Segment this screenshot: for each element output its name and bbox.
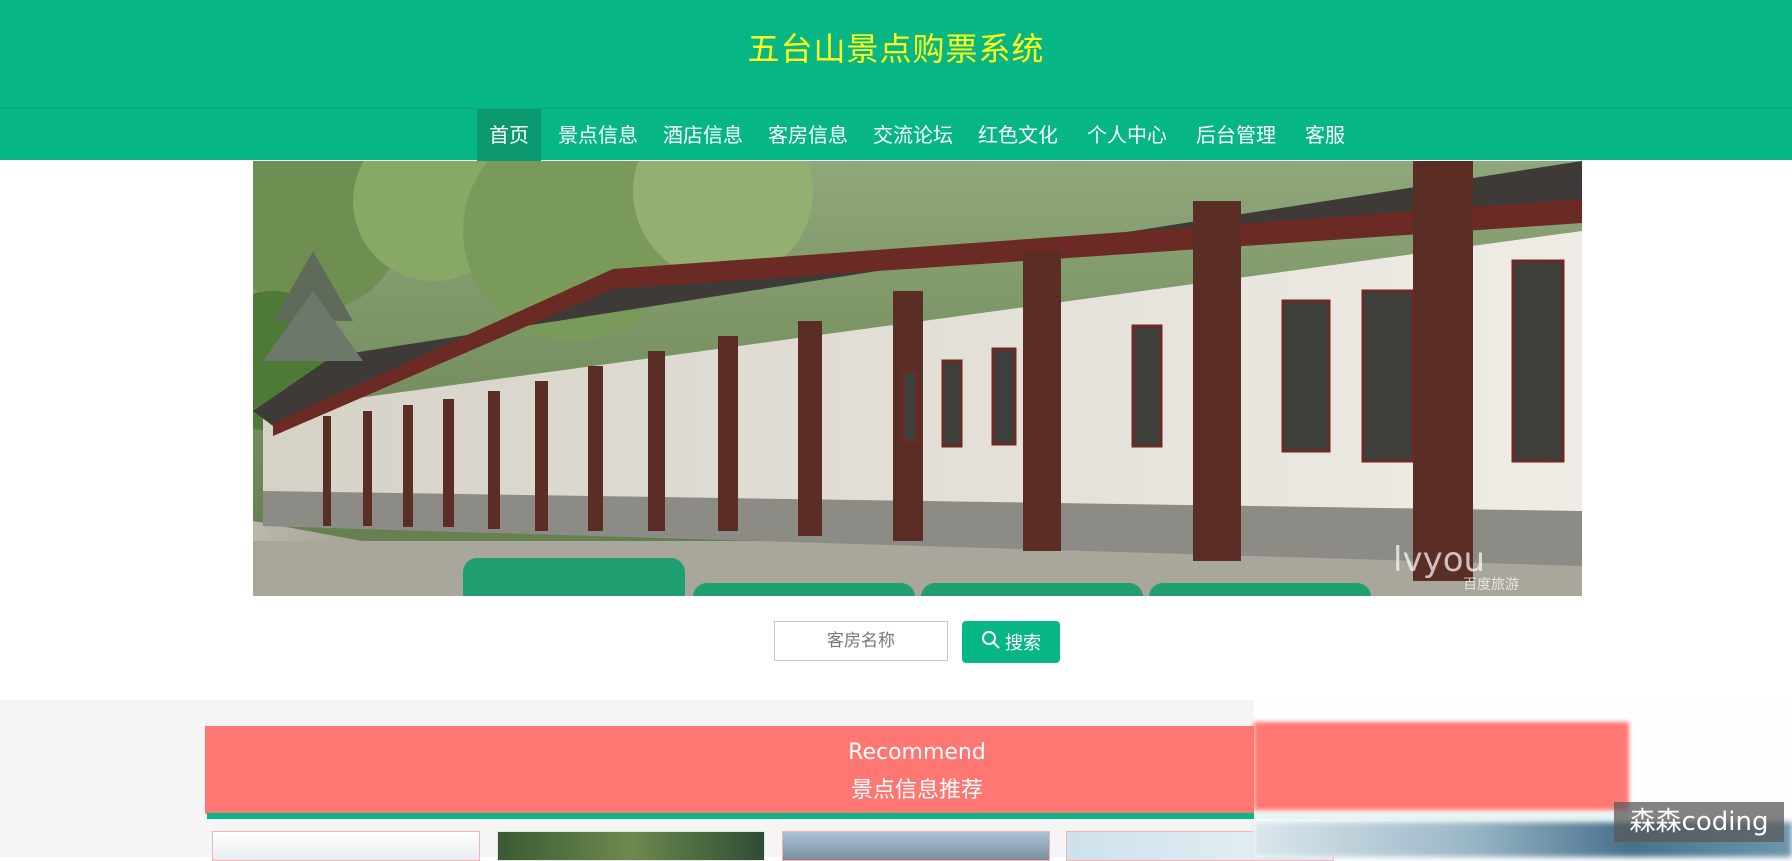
nav-item-rooms[interactable]: 客房信息 xyxy=(768,109,848,161)
card-image-1 xyxy=(213,832,479,860)
search-button[interactable]: 搜索 xyxy=(962,621,1060,663)
carousel-indicator-3[interactable] xyxy=(921,583,1143,596)
search-input[interactable] xyxy=(774,621,948,661)
main-nav: 首页 景点信息 酒店信息 客房信息 交流论坛 红色文化 个人中心 后台管理 客服 xyxy=(0,108,1792,161)
search-icon xyxy=(981,630,1001,655)
nav-item-forum[interactable]: 交流论坛 xyxy=(873,109,953,161)
floating-overlay-red xyxy=(1254,722,1629,810)
nav-item-attractions[interactable]: 景点信息 xyxy=(558,109,638,161)
carousel-indicator-2[interactable] xyxy=(693,583,915,596)
nav-item-customer-service[interactable]: 客服 xyxy=(1305,109,1345,161)
carousel-indicator-1[interactable] xyxy=(463,558,685,596)
video-watermark: 森森coding xyxy=(1614,802,1784,842)
card-image-2 xyxy=(498,832,764,860)
nav-item-admin[interactable]: 后台管理 xyxy=(1196,109,1276,161)
nav-item-home[interactable]: 首页 xyxy=(477,109,541,161)
site-title: 五台山景点购票系统 xyxy=(747,30,1045,68)
nav-item-personal-center[interactable]: 个人中心 xyxy=(1087,109,1167,161)
card-image-3 xyxy=(783,832,1049,860)
banner-watermark: lvyou xyxy=(1393,540,1485,580)
banner-watermark-sub: 百度旅游 xyxy=(1463,577,1519,593)
site-header: 五台山景点购票系统 xyxy=(0,0,1792,108)
nav-item-red-culture[interactable]: 红色文化 xyxy=(978,109,1058,161)
carousel-indicator-4[interactable] xyxy=(1149,583,1371,596)
banner-carousel[interactable]: lvyou 百度旅游 xyxy=(253,161,1582,596)
search-button-label: 搜索 xyxy=(1005,633,1041,654)
banner-image: lvyou 百度旅游 xyxy=(253,161,1582,596)
nav-item-hotels[interactable]: 酒店信息 xyxy=(663,109,743,161)
